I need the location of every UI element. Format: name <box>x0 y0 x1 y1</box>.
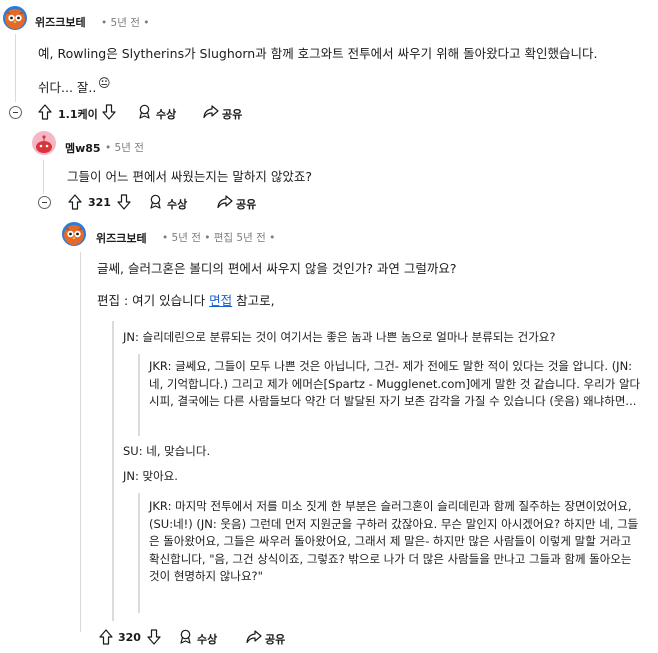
comment-body: 글쎄, 슬러그혼은 볼디의 편에서 싸우지 않을 것인가? 과연 그럴까요? <box>97 261 457 276</box>
upvote-icon[interactable] <box>68 194 82 210</box>
share-button[interactable]: 공유 <box>222 106 242 122</box>
comment-timestamp: • 5년 전 • 편집 5년 전 • <box>162 232 276 244</box>
vote-count: 1.1케이 <box>58 108 98 121</box>
edit-suffix: 참고로, <box>232 293 275 308</box>
share-icon[interactable] <box>203 104 219 119</box>
quote-jn2: JN: 맞아요. <box>123 469 178 483</box>
upvote-icon[interactable] <box>99 629 113 645</box>
vote-count: 320 <box>118 631 141 644</box>
quote-su: SU: 네, 맞습니다. <box>123 444 211 458</box>
owl-avatar[interactable] <box>3 6 27 30</box>
award-icon[interactable] <box>137 104 152 119</box>
share-button[interactable]: 공유 <box>265 631 285 647</box>
thread-line <box>43 160 44 194</box>
blockquote-bar <box>112 321 114 621</box>
share-icon[interactable] <box>217 194 233 209</box>
award-icon[interactable] <box>148 194 163 209</box>
vote-count: 321 <box>88 196 111 209</box>
downvote-icon[interactable] <box>102 104 116 120</box>
quote-jn1: JN: 슬리데린으로 분류되는 것이 여기서는 좋은 놈과 나쁜 놈으로 얼마나… <box>123 330 556 344</box>
thread-line <box>15 34 16 102</box>
comment-timestamp: • 5년 전 <box>105 142 144 154</box>
snoo-avatar[interactable] <box>32 131 56 155</box>
share-icon[interactable] <box>246 629 262 644</box>
quote-jkr2: JKR: 마지막 전투에서 저를 미소 짓게 한 부분은 슬러그혼이 슬리데린과… <box>149 499 639 583</box>
emoji-neutral: 😐 <box>98 76 111 90</box>
award-button[interactable]: 수상 <box>156 106 176 122</box>
interview-link[interactable]: 면접 <box>209 293 232 308</box>
collapse-icon[interactable] <box>9 106 22 119</box>
award-button[interactable]: 수상 <box>197 631 217 647</box>
downvote-icon[interactable] <box>117 194 131 210</box>
comment-author[interactable]: 위즈크보테 <box>35 14 86 30</box>
blockquote-bar <box>138 493 140 613</box>
comment-body: 쉬다... 잘.. <box>38 80 97 95</box>
blockquote-bar <box>138 354 140 436</box>
comment-body: 편집 : 여기 있습니다 면접 참고로, <box>97 290 275 309</box>
owl-avatar[interactable] <box>62 222 86 246</box>
edit-prefix: 편집 : 여기 있습니다 <box>97 293 210 308</box>
collapse-icon[interactable] <box>38 196 51 209</box>
share-button[interactable]: 공유 <box>236 196 256 212</box>
comment-body: 예, Rowling은 Slytherins가 Slughorn과 함께 호그와… <box>38 46 598 61</box>
thread-line <box>80 252 81 632</box>
quote-jkr1: JKR: 글쎄요, 그들이 모두 나쁜 것은 아닙니다, 그건- 제가 전에도 … <box>149 359 641 408</box>
award-button[interactable]: 수상 <box>167 196 187 212</box>
downvote-icon[interactable] <box>147 629 161 645</box>
upvote-icon[interactable] <box>38 104 52 120</box>
comment-body: 그들이 어느 편에서 싸웠는지는 말하지 않았죠? <box>67 169 313 184</box>
comment-author[interactable]: 멤w85 <box>65 140 101 156</box>
comment-timestamp: • 5년 전 • <box>101 17 150 29</box>
award-icon[interactable] <box>178 629 193 644</box>
comment-author[interactable]: 위즈크보테 <box>96 230 147 246</box>
